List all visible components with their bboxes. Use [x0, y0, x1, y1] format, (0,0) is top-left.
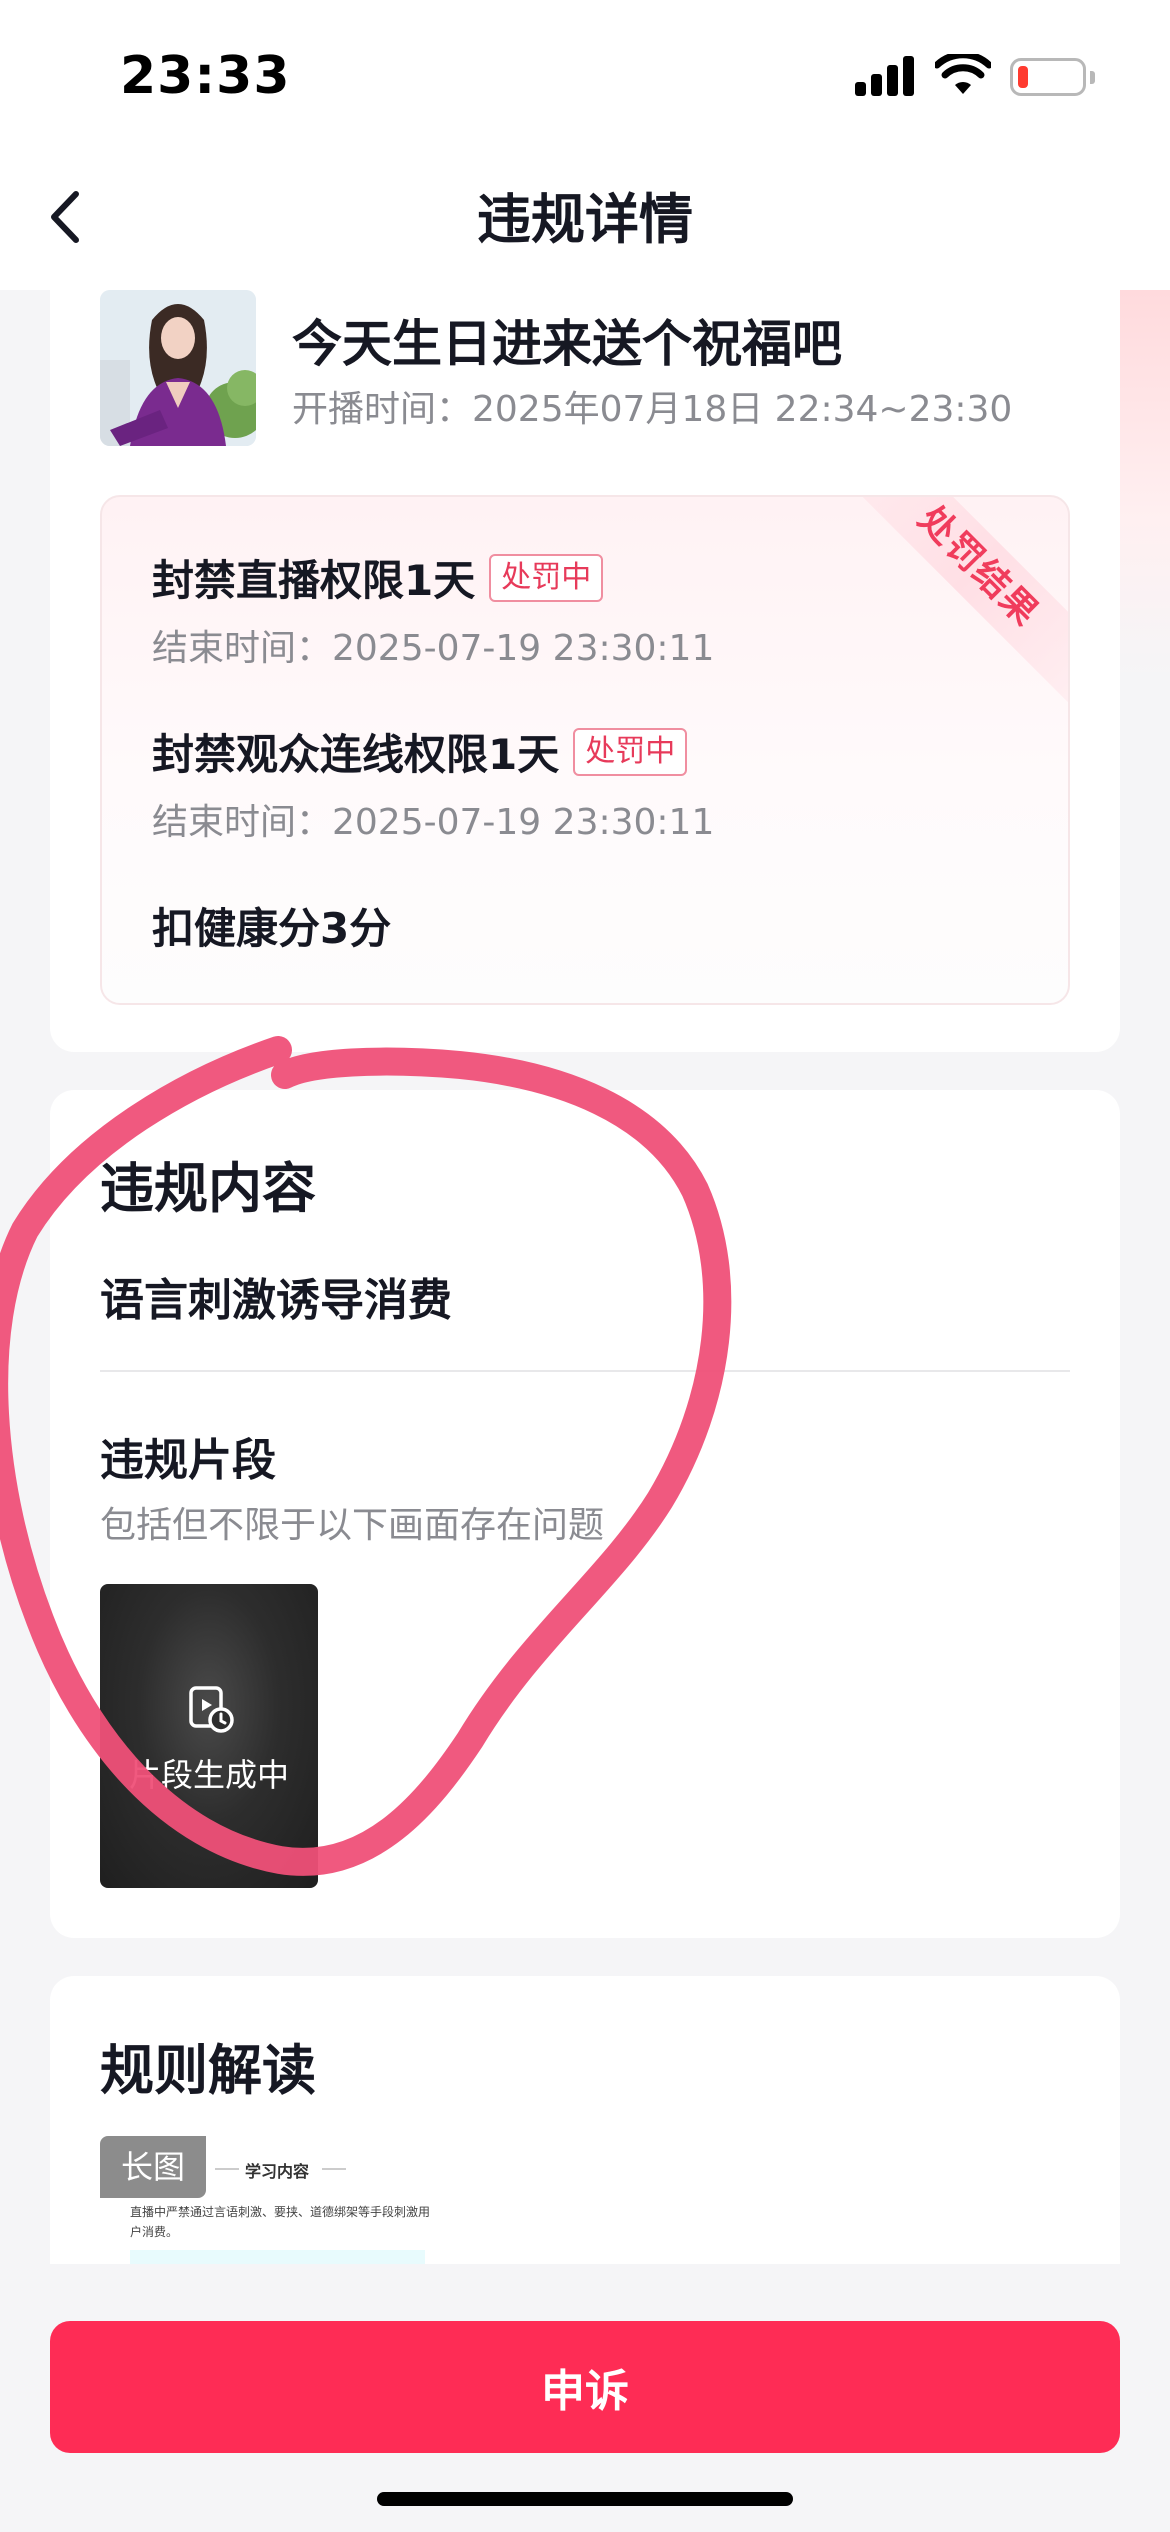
- battery-icon: [1010, 58, 1095, 96]
- image-divider: [322, 2168, 346, 2170]
- live-title: 今天生日进来送个祝福吧: [292, 315, 842, 373]
- long-image-tag: 长图: [100, 2136, 206, 2198]
- rules-long-image[interactable]: 学习内容 直播中严禁通过言语刺激、要挟、道德绑架等手段刺激用户消费。 长图: [100, 2136, 430, 2266]
- penalty-item-title: 封禁观众连线权限1天 处罚中: [152, 721, 688, 782]
- live-thumbnail[interactable]: [100, 290, 256, 446]
- penalty-end-time: 结束时间：2025-07-19 23:30:11: [152, 802, 715, 843]
- penalty-status-badge: 处罚中: [489, 553, 604, 602]
- violation-clip-title: 违规片段: [100, 1435, 276, 1486]
- violation-clip-hint: 包括但不限于以下画面存在问题: [100, 1505, 605, 1546]
- violation-section-title: 违规内容: [100, 1157, 316, 1220]
- penalty-item-title: 封禁直播权限1天 处罚中: [152, 547, 604, 608]
- rules-card: 规则解读 学习内容 直播中严禁通过言语刺激、要挟、道德绑架等手段刺激用户消费。 …: [50, 1976, 1120, 2266]
- violation-clip-thumbnail[interactable]: 片段生成中: [100, 1584, 318, 1888]
- home-indicator: [377, 2492, 793, 2506]
- violation-content-card: 违规内容 语言刺激诱导消费 违规片段 包括但不限于以下画面存在问题 片段生成中: [50, 1090, 1120, 1938]
- image-divider: [215, 2168, 239, 2170]
- rules-image-text: 直播中严禁通过言语刺激、要挟、道德绑架等手段刺激用户消费。: [130, 2205, 431, 2239]
- status-bar: 23:33: [0, 0, 1170, 150]
- violation-content-text: 语言刺激诱导消费: [100, 1275, 452, 1326]
- penalty-status-badge: 处罚中: [573, 727, 688, 776]
- penalty-end-time: 结束时间：2025-07-19 23:30:11: [152, 628, 715, 669]
- navigation-bar: 违规详情: [0, 150, 1170, 290]
- rules-section-title: 规则解读: [100, 2039, 316, 2102]
- live-session-card: 今天生日进来送个祝福吧 开播时间：2025年07月18日 22:34~23:30…: [50, 270, 1120, 1052]
- clip-status-label: 片段生成中: [128, 1756, 289, 1794]
- page-title: 违规详情: [477, 188, 693, 251]
- health-score-deduction: 扣健康分3分: [152, 904, 392, 953]
- penalty-result-ribbon: 处罚结果: [835, 497, 1068, 710]
- penalty-result-box: 处罚结果 封禁直播权限1天 处罚中 结束时间：2025-07-19 23:30:…: [100, 495, 1070, 1005]
- rules-image-heading: 学习内容: [245, 2162, 310, 2181]
- bottom-action-bar: 申诉: [0, 2264, 1170, 2532]
- appeal-button[interactable]: 申诉: [50, 2321, 1120, 2453]
- wifi-icon: [935, 54, 991, 94]
- divider: [100, 1370, 1070, 1372]
- live-start-time: 开播时间：2025年07月18日 22:34~23:30: [292, 389, 1013, 430]
- cellular-signal-icon: [855, 56, 915, 96]
- status-time: 23:33: [120, 46, 291, 106]
- video-clock-icon: [189, 1686, 234, 1733]
